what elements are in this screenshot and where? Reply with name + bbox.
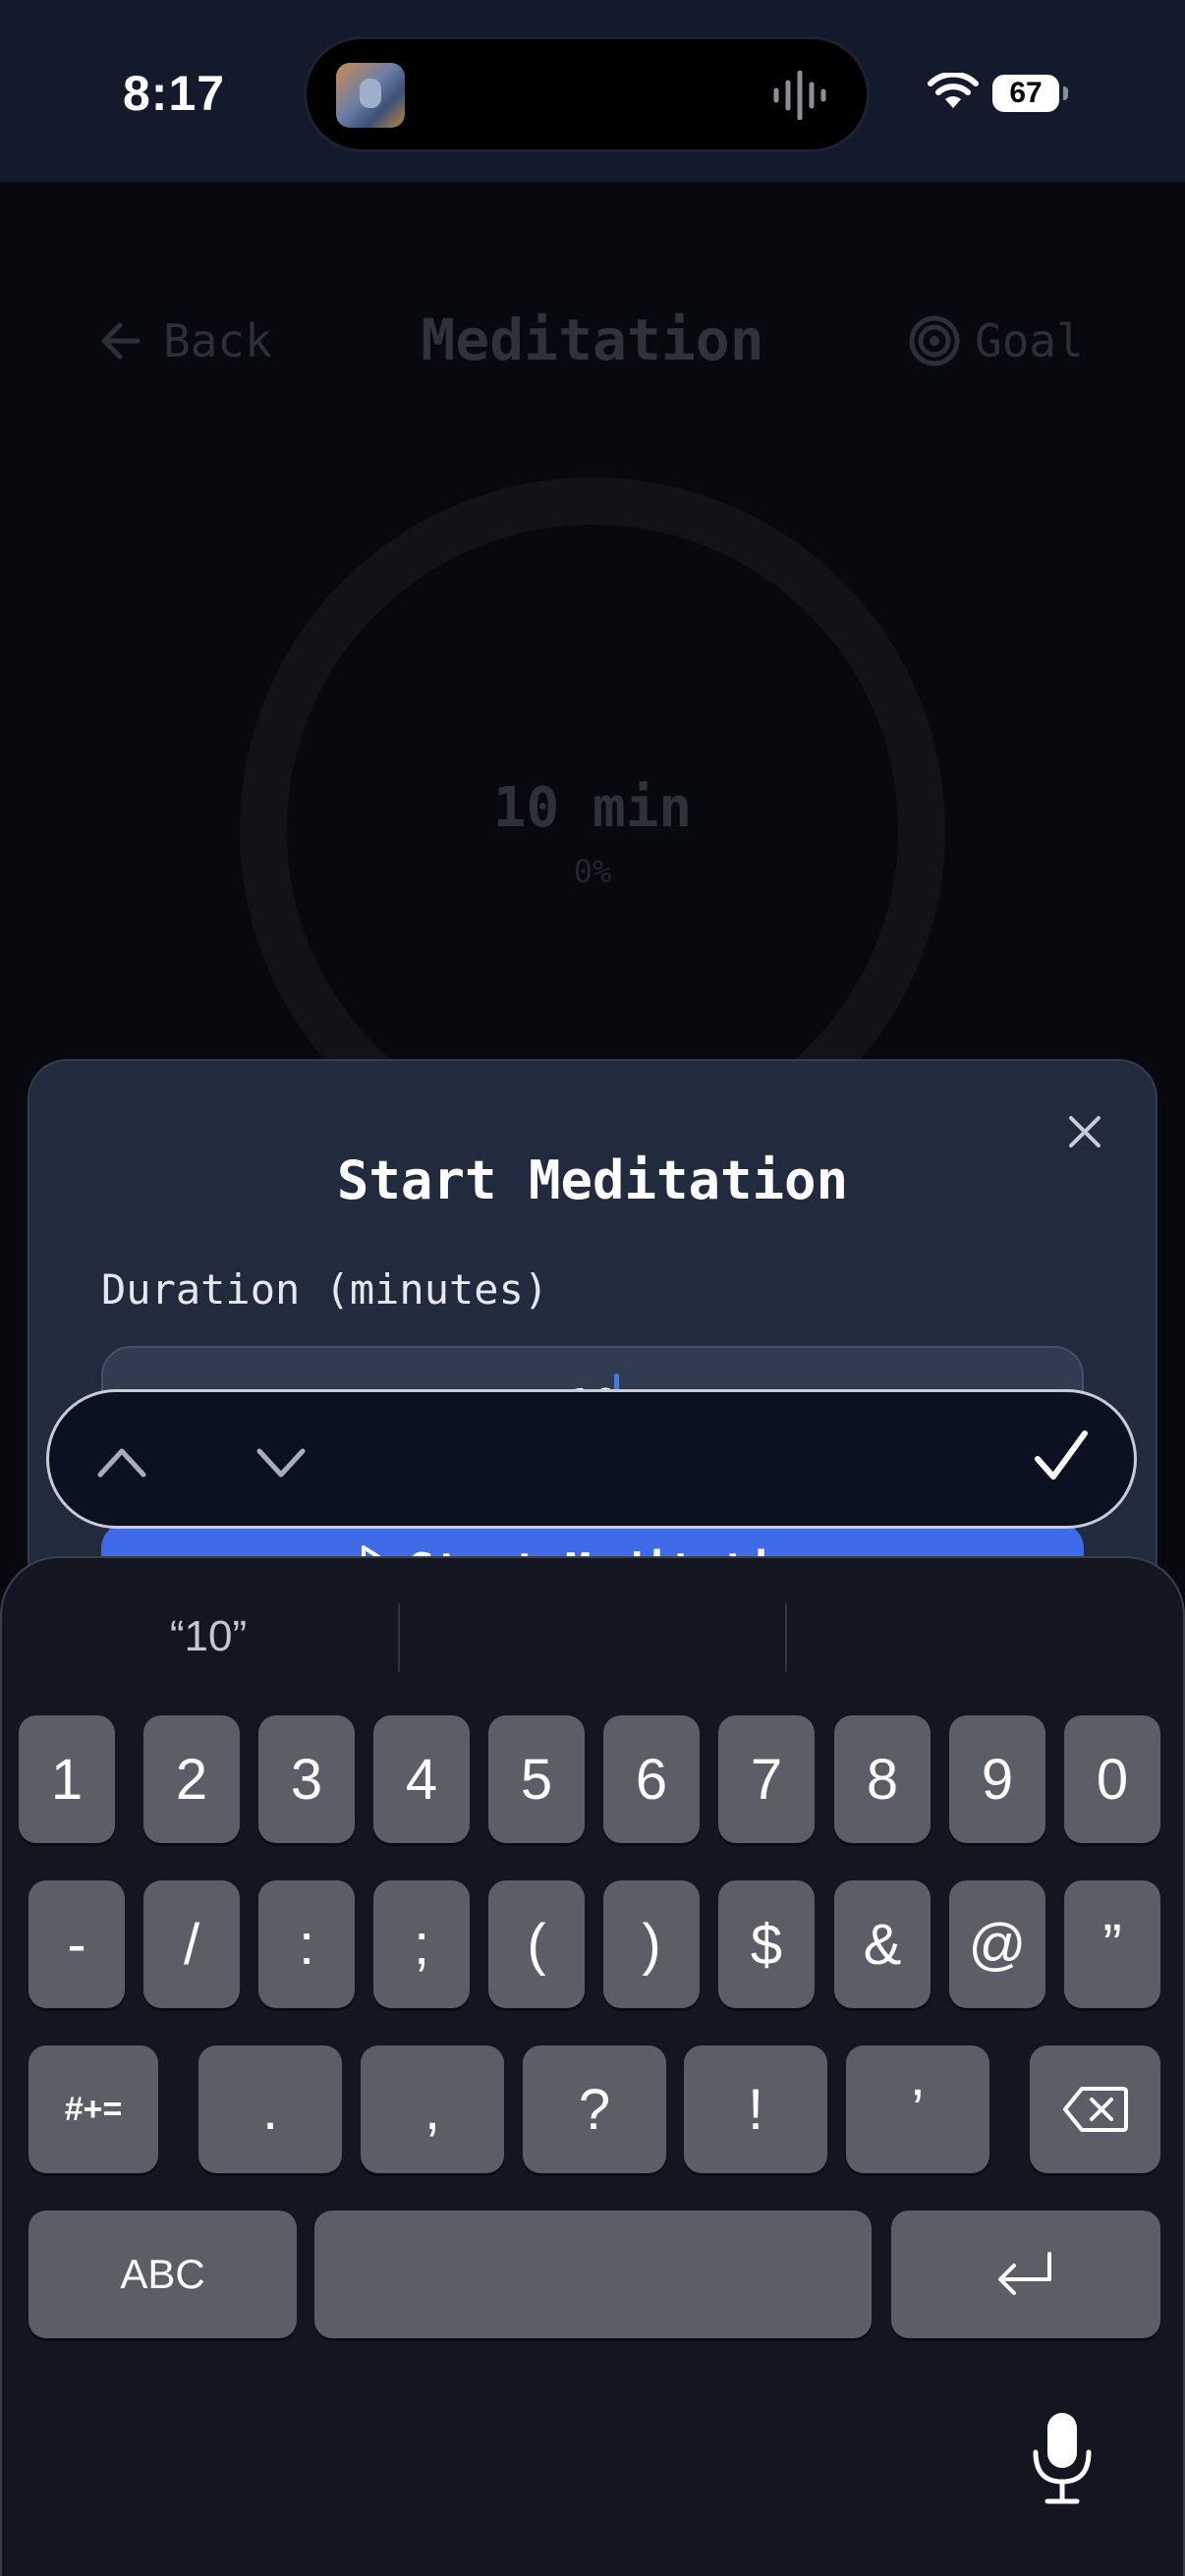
key-3[interactable]: 3 — [258, 1715, 355, 1843]
key-4[interactable]: 4 — [373, 1715, 470, 1843]
duration-label: Duration (minutes) — [101, 1265, 549, 1314]
goal-label: Goal — [975, 314, 1084, 367]
checkmark-icon[interactable] — [1032, 1428, 1091, 1486]
key-9[interactable]: 9 — [949, 1715, 1045, 1843]
key-at[interactable]: @ — [949, 1880, 1045, 2008]
key-period[interactable]: . — [198, 2045, 342, 2173]
close-icon[interactable] — [1065, 1112, 1104, 1151]
target-icon — [909, 315, 960, 366]
suggestion-divider — [785, 1603, 787, 1672]
battery-indicator: 67 — [992, 75, 1068, 112]
goal-button[interactable]: Goal — [908, 314, 1084, 367]
symbols-toggle-key[interactable]: #+= — [28, 2045, 158, 2173]
key-5[interactable]: 5 — [488, 1715, 585, 1843]
key-exclamation[interactable]: ! — [684, 2045, 827, 2173]
key-1[interactable]: 1 — [19, 1715, 115, 1843]
key-comma[interactable]: , — [361, 2045, 504, 2173]
dynamic-island[interactable] — [307, 39, 867, 149]
key-question[interactable]: ? — [523, 2045, 666, 2173]
chevron-up-icon[interactable] — [94, 1437, 149, 1486]
return-key[interactable] — [891, 2211, 1160, 2338]
key-hyphen[interactable]: - — [28, 1880, 125, 2008]
numeric-keyboard: “10” 1 2 3 4 5 6 7 8 9 0 - / : ; ( ) $ &… — [0, 1556, 1185, 2576]
suggestion-item[interactable] — [790, 1597, 1173, 1676]
key-close-paren[interactable]: ) — [603, 1880, 700, 2008]
audio-waveform-icon — [773, 71, 826, 120]
microphone-icon[interactable] — [1028, 2409, 1097, 2507]
key-apostrophe[interactable]: ’ — [846, 2045, 989, 2173]
key-colon[interactable]: : — [258, 1880, 355, 2008]
key-6[interactable]: 6 — [603, 1715, 700, 1843]
key-2[interactable]: 2 — [143, 1715, 240, 1843]
key-0[interactable]: 0 — [1064, 1715, 1160, 1843]
key-slash[interactable]: / — [143, 1880, 240, 2008]
suggestion-item[interactable] — [403, 1597, 786, 1676]
suggestion-item[interactable]: “10” — [17, 1597, 400, 1676]
input-accessory-bar — [46, 1389, 1137, 1529]
key-ampersand[interactable]: & — [834, 1880, 931, 2008]
abc-key[interactable]: ABC — [28, 2211, 297, 2338]
return-icon — [998, 2252, 1051, 2295]
modal-title: Start Meditation — [336, 1149, 849, 1211]
key-7[interactable]: 7 — [718, 1715, 815, 1843]
wifi-icon — [928, 73, 979, 108]
suggestion-divider — [398, 1603, 400, 1672]
progress-percent: 0% — [573, 853, 612, 890]
chevron-down-icon[interactable] — [254, 1437, 309, 1486]
status-bar: 8:17 67 — [0, 0, 1185, 182]
suggestion-bar: “10” — [2, 1597, 1183, 1676]
key-semicolon[interactable]: ; — [373, 1880, 470, 2008]
backspace-key[interactable] — [1030, 2045, 1160, 2173]
key-dollar[interactable]: $ — [718, 1880, 815, 2008]
backspace-icon — [1062, 2087, 1128, 2132]
key-8[interactable]: 8 — [834, 1715, 931, 1843]
now-playing-thumbnail — [336, 63, 405, 128]
space-key[interactable] — [314, 2211, 872, 2338]
progress-duration: 10 min — [492, 776, 693, 840]
key-quote[interactable]: ” — [1064, 1880, 1160, 2008]
key-open-paren[interactable]: ( — [488, 1880, 585, 2008]
status-time: 8:17 — [123, 66, 226, 121]
